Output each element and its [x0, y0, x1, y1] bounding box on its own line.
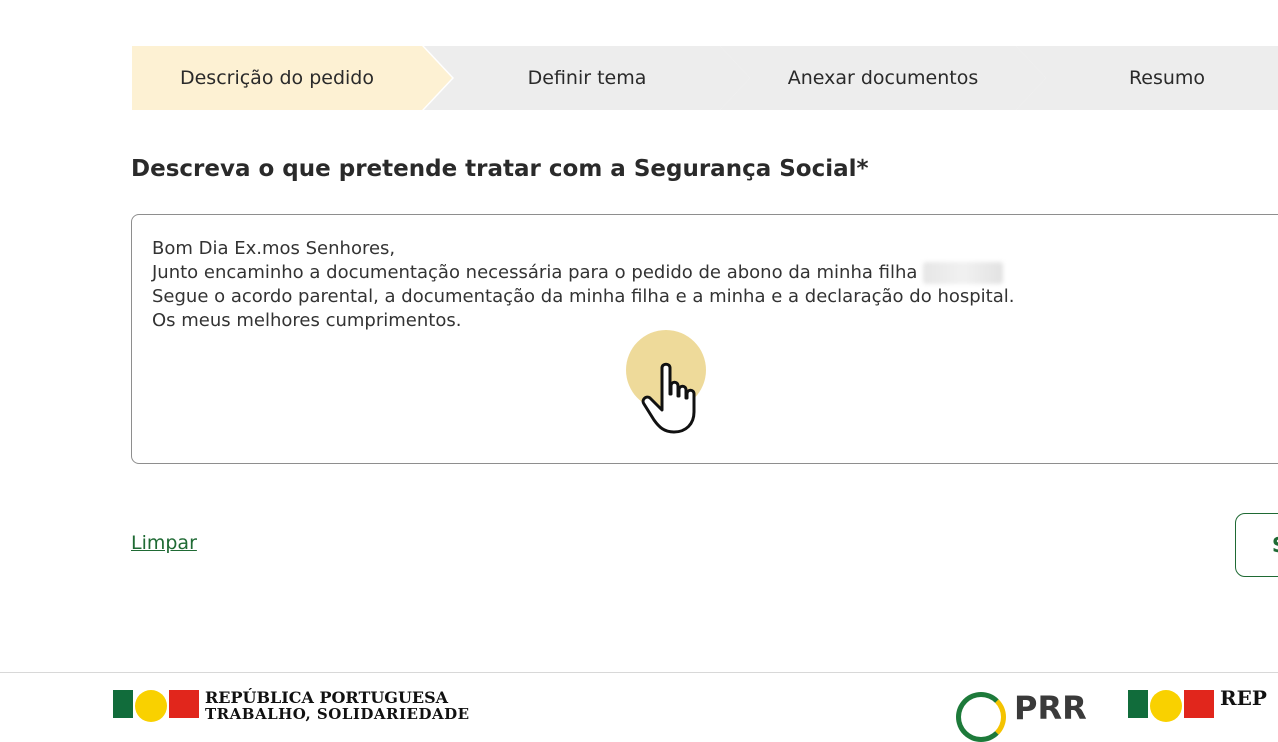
clear-link[interactable]: Limpar [131, 532, 197, 554]
progress-steps: Descrição do pedido Definir tema Anexar … [132, 46, 1278, 110]
flag-green-square [113, 690, 133, 718]
republica-portuguesa-logo: REPÚBLICA PORTUGUESA TRABALHO, SOLIDARIE… [113, 690, 470, 722]
prr-text: PRR [1014, 689, 1087, 727]
step-label: Definir tema [527, 67, 647, 89]
logo-text: REPÚBLICA PORTUGUESA TRABALHO, SOLIDARIE… [205, 688, 470, 723]
logo-text: REP [1220, 686, 1267, 710]
step-anexar-documentos: Anexar documentos [720, 46, 1046, 110]
text-line-1: Bom Dia Ex.mos Senhores, [152, 238, 396, 259]
text-line-3: Segue o acordo parental, a documentação … [152, 286, 1015, 307]
prr-circle-icon [956, 692, 1006, 742]
flag-yellow-circle [135, 690, 167, 722]
prr-logo: PRR [956, 692, 1087, 742]
step-label: Anexar documentos [787, 67, 979, 89]
step-descricao-do-pedido: Descrição do pedido [132, 46, 452, 110]
pointer-hand-icon [641, 362, 696, 434]
text-line-4: Os meus melhores cumprimentos. [152, 310, 462, 331]
footer-divider [0, 672, 1278, 673]
flag-yellow-circle [1150, 690, 1182, 722]
redacted-name [923, 262, 1004, 284]
flag-red-square [1184, 690, 1214, 718]
step-definir-tema: Definir tema [424, 46, 750, 110]
step-resumo: Resumo [1016, 46, 1278, 110]
republica-portuguesa-logo-2: REP [1128, 686, 1267, 722]
text-line-2: Junto encaminho a documentação necessári… [152, 262, 918, 283]
next-button-label: S [1272, 533, 1278, 557]
question-heading: Descreva o que pretende tratar com a Seg… [131, 156, 869, 182]
step-label: Resumo [1128, 67, 1206, 89]
step-label: Descrição do pedido [179, 67, 374, 89]
logo-line-2: TRABALHO, SOLIDARIEDADE [205, 705, 470, 723]
flag-red-square [169, 690, 199, 718]
flag-green-square [1128, 690, 1148, 718]
logo-line-1: REPÚBLICA PORTUGUESA [205, 688, 449, 707]
textarea-content[interactable]: Bom Dia Ex.mos Senhores, Junto encaminho… [152, 237, 1014, 333]
next-button[interactable]: S [1235, 513, 1278, 577]
